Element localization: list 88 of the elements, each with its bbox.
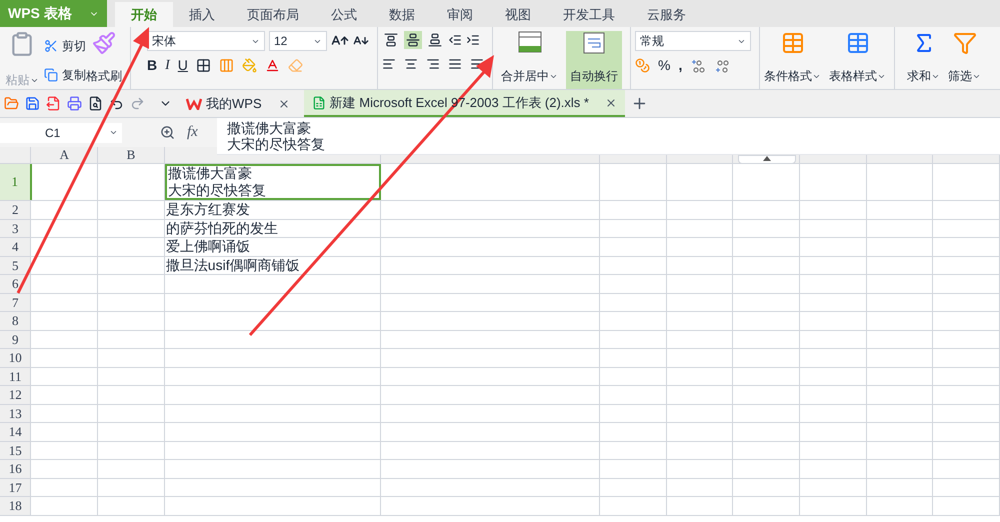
- percent-button[interactable]: %: [658, 55, 670, 76]
- borders-icon[interactable]: [196, 58, 211, 73]
- row-header[interactable]: 10: [0, 349, 32, 366]
- save-icon[interactable]: [25, 96, 40, 111]
- ribbon-tab[interactable]: 开始: [115, 2, 173, 27]
- close-icon[interactable]: [278, 98, 290, 110]
- align-center-icon[interactable]: [404, 57, 418, 71]
- underline-button[interactable]: U: [178, 55, 188, 76]
- conditional-format-button[interactable]: 条件格式: [764, 31, 821, 89]
- row-header[interactable]: 3: [0, 220, 32, 237]
- row-header[interactable]: 13: [0, 404, 32, 422]
- wps-logo-icon: [186, 98, 202, 110]
- ribbon-tab[interactable]: 云服务: [631, 2, 702, 27]
- filter-button[interactable]: 筛选: [948, 31, 981, 89]
- merge-cells-icon: [518, 31, 542, 53]
- ribbon-tab[interactable]: 页面布局: [231, 2, 315, 27]
- document-tab[interactable]: 我的WPS: [178, 90, 298, 117]
- align-lines-icon: [406, 33, 420, 47]
- decrease-decimal-icon[interactable]: [714, 58, 730, 72]
- copy-icon: [44, 68, 58, 82]
- row-header[interactable]: 4: [0, 238, 32, 256]
- ribbon-tab[interactable]: 审阅: [431, 2, 489, 27]
- wrap-text-icon: [582, 31, 606, 55]
- font-size-dropdown[interactable]: 12: [269, 31, 327, 51]
- bold-button[interactable]: B: [147, 55, 158, 76]
- row-header[interactable]: 5: [0, 256, 32, 274]
- vertical-align-button[interactable]: [426, 31, 444, 49]
- row-header[interactable]: 14: [0, 423, 32, 440]
- cut-button[interactable]: 剪切: [44, 36, 86, 54]
- row-header[interactable]: 9: [0, 330, 32, 348]
- format-painter-button[interactable]: 格式刷: [86, 31, 122, 89]
- name-box[interactable]: C1: [0, 122, 122, 142]
- tab-title: 我的WPS: [206, 94, 262, 113]
- justify-icon[interactable]: [448, 57, 462, 71]
- close-icon[interactable]: [604, 96, 617, 108]
- copy-button[interactable]: 复制: [44, 66, 86, 84]
- row-header[interactable]: 8: [0, 312, 32, 330]
- indent-increase-icon[interactable]: [466, 33, 480, 47]
- font-name-dropdown[interactable]: 宋体: [147, 31, 265, 51]
- spreadsheet-icon: [312, 96, 326, 110]
- column-header[interactable]: B: [98, 147, 165, 163]
- table-cell: 撒谎佛大富豪 大宋的尽快答复: [164, 164, 382, 200]
- row-header[interactable]: 12: [0, 386, 32, 404]
- funnel-icon: [952, 31, 976, 55]
- paintbrush-icon: [92, 31, 116, 55]
- ribbon-tab[interactable]: 视图: [489, 2, 547, 27]
- row-header[interactable]: 15: [0, 442, 32, 459]
- align-left-icon[interactable]: [382, 57, 396, 71]
- cell-style-icon[interactable]: [218, 58, 234, 73]
- row-header[interactable]: 16: [0, 460, 32, 478]
- table-icon: [780, 31, 804, 55]
- sum-button[interactable]: 求和: [907, 31, 940, 89]
- align-lines-icon: [428, 33, 442, 47]
- row-header[interactable]: 1: [0, 164, 32, 200]
- ribbon-tab[interactable]: 公式: [315, 2, 373, 27]
- increase-decimal-icon[interactable]: [690, 58, 706, 72]
- scissors-icon: [44, 38, 58, 52]
- vertical-align-button[interactable]: [404, 31, 422, 49]
- ribbon-tab[interactable]: 插入: [173, 2, 231, 27]
- collapse-handle[interactable]: [738, 155, 796, 164]
- indent-decrease-icon[interactable]: [448, 33, 462, 47]
- merge-center-button[interactable]: 合并居中: [497, 31, 562, 89]
- align-right-icon[interactable]: [426, 57, 440, 71]
- align-lines-icon: [384, 33, 398, 47]
- italic-button[interactable]: I: [165, 55, 170, 76]
- print-icon[interactable]: [67, 96, 82, 111]
- function-label[interactable]: fx: [187, 121, 198, 144]
- fill-color-icon[interactable]: [242, 58, 257, 73]
- caret-icon: [109, 128, 118, 137]
- table-icon: [846, 31, 870, 55]
- comma-button[interactable]: ,: [678, 55, 682, 76]
- ribbon-tab[interactable]: 开发工具: [547, 2, 631, 27]
- row-header[interactable]: 18: [0, 497, 32, 514]
- formula-field[interactable]: 撒谎佛大富豪 大宋的尽快答复: [217, 118, 1000, 155]
- row-header[interactable]: 17: [0, 478, 32, 496]
- number-format-dropdown[interactable]: 常规: [635, 31, 751, 51]
- export-icon[interactable]: [46, 96, 61, 111]
- font-color-icon[interactable]: [264, 58, 280, 73]
- wrap-text-button[interactable]: 自动换行: [566, 31, 622, 89]
- open-icon[interactable]: [4, 96, 19, 111]
- search-icon[interactable]: [160, 125, 175, 140]
- vertical-align-button[interactable]: [382, 31, 400, 49]
- row-header[interactable]: 2: [0, 201, 32, 218]
- table-style-button[interactable]: 表格样式: [829, 31, 886, 89]
- print-preview-icon[interactable]: [88, 96, 103, 111]
- ribbon-tab[interactable]: 数据: [373, 2, 431, 27]
- row-header[interactable]: 11: [0, 368, 32, 385]
- row-header[interactable]: 7: [0, 294, 32, 311]
